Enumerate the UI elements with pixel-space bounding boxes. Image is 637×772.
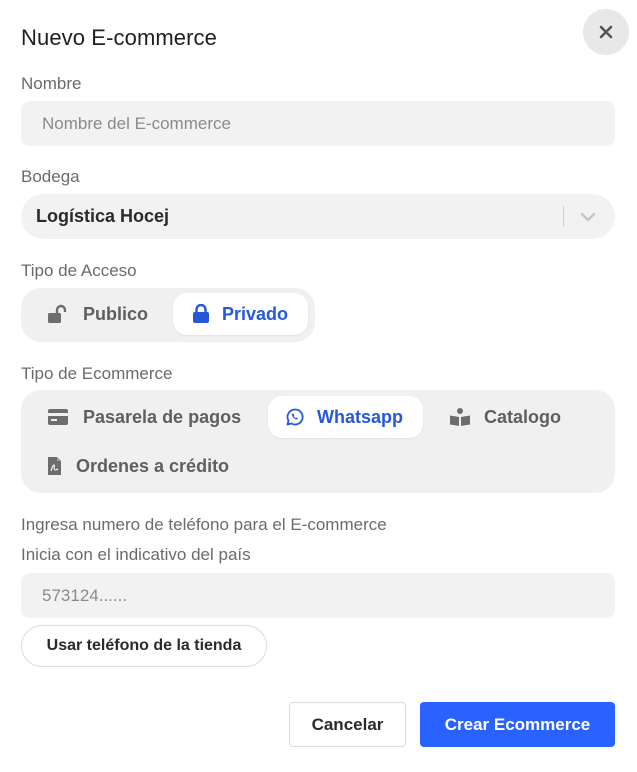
use-store-phone-button[interactable]: Usar teléfono de la tienda xyxy=(21,625,267,667)
credit-card-icon xyxy=(48,409,68,425)
nombre-label: Nombre xyxy=(21,74,82,93)
access-option-publico[interactable]: Publico xyxy=(27,293,169,335)
modal-title: Nuevo E-commerce xyxy=(21,25,217,50)
access-option-label: Publico xyxy=(83,303,149,324)
phone-help-text: Ingresa numero de teléfono para el E-com… xyxy=(21,515,387,534)
ecommerce-option-label: Pasarela de pagos xyxy=(83,406,242,427)
ecommerce-option-pasarela[interactable]: Pasarela de pagos xyxy=(27,396,265,438)
access-option-privado[interactable]: Privado xyxy=(173,293,308,335)
bodega-label: Bodega xyxy=(21,167,80,186)
whatsapp-icon xyxy=(286,408,304,426)
access-option-label: Privado xyxy=(222,303,289,324)
phone-help-subtext: Inicia con el indicativo del país xyxy=(21,545,251,564)
phone-input[interactable] xyxy=(21,573,615,618)
tipo-acceso-label: Tipo de Acceso xyxy=(21,261,137,280)
document-icon xyxy=(48,457,61,475)
ecommerce-option-whatsapp[interactable]: Whatsapp xyxy=(268,396,423,438)
ecommerce-option-label: Ordenes a crédito xyxy=(76,455,230,476)
create-ecommerce-button[interactable]: Crear Ecommerce xyxy=(420,702,615,747)
ecommerce-option-label: Whatsapp xyxy=(317,406,404,427)
chevron-down-icon xyxy=(580,212,596,222)
lock-icon xyxy=(193,304,209,323)
ecommerce-option-ordenes-credito[interactable]: Ordenes a crédito xyxy=(27,445,243,487)
nombre-input[interactable] xyxy=(21,101,615,146)
close-button[interactable] xyxy=(583,9,629,55)
cancel-button[interactable]: Cancelar xyxy=(289,702,406,747)
access-type-toggle: Publico Privado xyxy=(21,288,315,342)
select-divider xyxy=(563,206,564,227)
ecommerce-option-catalogo[interactable]: Catalogo xyxy=(427,396,577,438)
new-ecommerce-modal: Nuevo E-commerce Nombre Bodega Logística… xyxy=(0,0,637,772)
bodega-selected-value: Logística Hocej xyxy=(36,206,170,226)
catalog-icon xyxy=(450,408,470,426)
bodega-select[interactable]: Logística Hocej xyxy=(21,194,615,239)
ecommerce-option-label: Catalogo xyxy=(484,406,562,427)
unlock-icon xyxy=(48,304,67,323)
ecommerce-type-toggle: Pasarela de pagos Whatsapp Catalogo Orde… xyxy=(21,390,615,493)
close-icon xyxy=(599,25,613,39)
tipo-ecommerce-label: Tipo de Ecommerce xyxy=(21,364,173,383)
